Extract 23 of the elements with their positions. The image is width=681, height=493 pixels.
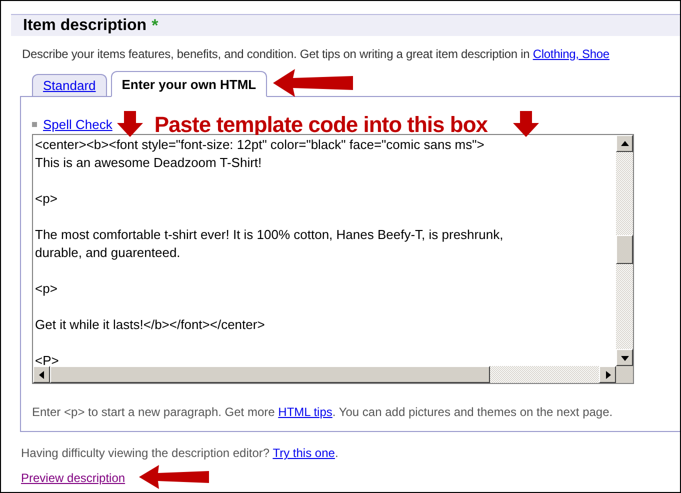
annotation-arrow [139,465,209,489]
html-code-field[interactable]: <center><b><font style="font-size: 12pt" color="black" face="comic sans ms"> This is an awesome Deadzoom T-Shirt! <p> The most comfortable t-shirt ever! It is 100% cotton, Hanes Beefy-T, is preshrunk, durable, and guarenteed. <p> Get it while it lasts!</b></font></center> <P> [32,134,634,384]
preview-link[interactable]: Preview description [21,471,126,485]
bullet-icon [32,122,37,127]
vertical-scrollbar[interactable] [616,135,633,366]
category-link[interactable]: Clothing, Shoe [532,47,610,61]
required-mark: * [152,16,158,36]
scroll-thumb[interactable] [616,235,633,264]
annotation-arrow [117,111,143,137]
try-this-link[interactable]: Try this one [272,446,335,460]
editor-tab[interactable]: Standard [32,74,107,96]
section-title: Item description [23,16,147,34]
annotation-text: Paste template code into this box [154,116,488,133]
editor-tab[interactable]: Enter your own HTML [110,71,268,97]
scrollbar-corner [616,366,633,383]
help-text: Having difficulty viewing the description editor? Try this one. [21,446,340,460]
spell-check-link[interactable]: Spell Check [43,117,112,132]
intro-text: Describe your items features, benefits, and condition. Get tips on writing a great item description in Clothing, Shoe [22,47,610,61]
horizontal-scrollbar[interactable] [33,366,616,383]
scroll-thumb[interactable] [50,366,490,383]
html-tips-link[interactable]: HTML tips [278,405,332,419]
annotation-arrow [513,111,539,137]
html-hint-text: Enter <p> to start a new paragraph. Get more HTML tips. You can add pictures and themes on the next page. [32,405,614,419]
